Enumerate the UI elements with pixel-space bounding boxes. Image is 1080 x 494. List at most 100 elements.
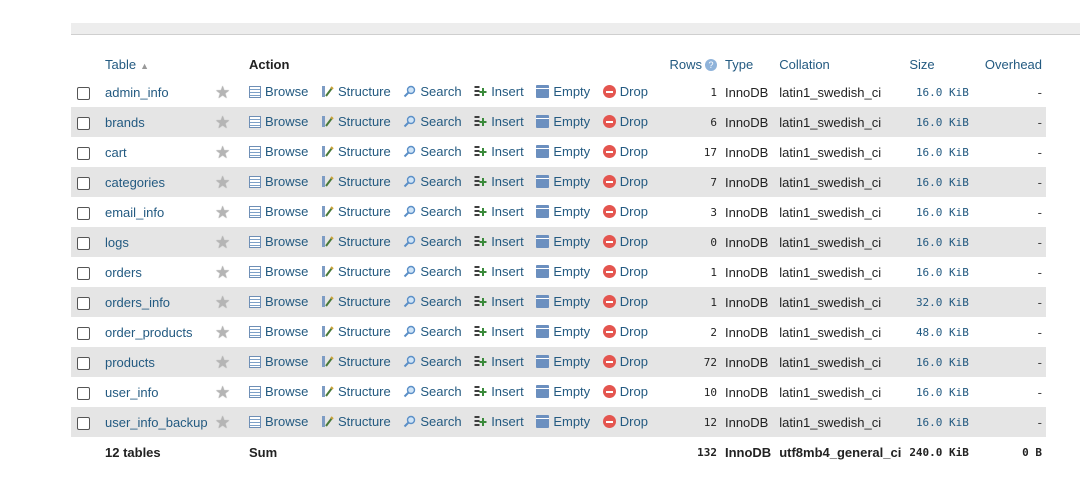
row-checkbox[interactable] xyxy=(77,416,90,430)
insert-button[interactable]: Insert xyxy=(474,324,524,339)
header-size[interactable]: Size xyxy=(905,51,981,77)
browse-button[interactable]: Browse xyxy=(249,144,308,159)
favorite-star-icon[interactable]: ★ xyxy=(215,413,230,432)
search-button[interactable]: Search xyxy=(403,114,462,129)
header-collation[interactable]: Collation xyxy=(775,51,906,77)
favorite-star-icon[interactable]: ★ xyxy=(215,353,230,372)
search-button[interactable]: Search xyxy=(403,234,462,249)
header-type[interactable]: Type xyxy=(720,51,776,77)
search-button[interactable]: Search xyxy=(403,294,462,309)
browse-button[interactable]: Browse xyxy=(249,114,308,129)
structure-button[interactable]: Structure xyxy=(321,264,391,279)
insert-button[interactable]: Insert xyxy=(474,234,524,249)
search-button[interactable]: Search xyxy=(403,354,462,369)
header-size-label[interactable]: Size xyxy=(909,57,934,72)
empty-button[interactable]: Empty xyxy=(536,114,590,129)
empty-button[interactable]: Empty xyxy=(536,204,590,219)
browse-button[interactable]: Browse xyxy=(249,324,308,339)
drop-button[interactable]: Drop xyxy=(602,264,648,279)
insert-button[interactable]: Insert xyxy=(474,174,524,189)
header-rows[interactable]: Rows? xyxy=(660,51,721,77)
row-size[interactable]: 16.0 KiB xyxy=(905,77,981,107)
table-name-link[interactable]: orders_info xyxy=(105,295,170,310)
insert-button[interactable]: Insert xyxy=(474,414,524,429)
search-button[interactable]: Search xyxy=(403,144,462,159)
header-overhead-label[interactable]: Overhead xyxy=(985,57,1042,72)
table-name-link[interactable]: logs xyxy=(105,235,129,250)
row-size[interactable]: 16.0 KiB xyxy=(905,257,981,287)
insert-button[interactable]: Insert xyxy=(474,84,524,99)
table-name-link[interactable]: email_info xyxy=(105,205,164,220)
header-table-label[interactable]: Table xyxy=(105,57,136,72)
insert-button[interactable]: Insert xyxy=(474,204,524,219)
row-checkbox[interactable] xyxy=(77,386,90,400)
structure-button[interactable]: Structure xyxy=(321,354,391,369)
drop-button[interactable]: Drop xyxy=(602,414,648,429)
row-size[interactable]: 16.0 KiB xyxy=(905,227,981,257)
row-size[interactable]: 16.0 KiB xyxy=(905,107,981,137)
row-checkbox[interactable] xyxy=(77,296,90,310)
structure-button[interactable]: Structure xyxy=(321,114,391,129)
table-name-link[interactable]: cart xyxy=(105,145,127,160)
help-icon[interactable]: ? xyxy=(704,59,717,72)
favorite-star-icon[interactable]: ★ xyxy=(215,83,230,102)
row-size[interactable]: 16.0 KiB xyxy=(905,347,981,377)
structure-button[interactable]: Structure xyxy=(321,234,391,249)
row-size[interactable]: 48.0 KiB xyxy=(905,317,981,347)
row-size[interactable]: 16.0 KiB xyxy=(905,137,981,167)
row-checkbox[interactable] xyxy=(77,326,90,340)
favorite-star-icon[interactable]: ★ xyxy=(215,293,230,312)
search-button[interactable]: Search xyxy=(403,204,462,219)
table-name-link[interactable]: user_info_backup xyxy=(105,415,208,430)
drop-button[interactable]: Drop xyxy=(602,144,648,159)
header-type-label[interactable]: Type xyxy=(725,57,753,72)
header-table[interactable]: Table ▲ xyxy=(101,51,245,77)
empty-button[interactable]: Empty xyxy=(536,294,590,309)
row-size[interactable]: 16.0 KiB xyxy=(905,167,981,197)
drop-button[interactable]: Drop xyxy=(602,294,648,309)
drop-button[interactable]: Drop xyxy=(602,234,648,249)
search-button[interactable]: Search xyxy=(403,174,462,189)
drop-button[interactable]: Drop xyxy=(602,354,648,369)
empty-button[interactable]: Empty xyxy=(536,414,590,429)
insert-button[interactable]: Insert xyxy=(474,264,524,279)
table-name-link[interactable]: categories xyxy=(105,175,165,190)
favorite-star-icon[interactable]: ★ xyxy=(215,263,230,282)
browse-button[interactable]: Browse xyxy=(249,354,308,369)
header-rows-label[interactable]: Rows xyxy=(669,57,702,72)
structure-button[interactable]: Structure xyxy=(321,294,391,309)
browse-button[interactable]: Browse xyxy=(249,414,308,429)
structure-button[interactable]: Structure xyxy=(321,324,391,339)
empty-button[interactable]: Empty xyxy=(536,324,590,339)
browse-button[interactable]: Browse xyxy=(249,84,308,99)
structure-button[interactable]: Structure xyxy=(321,384,391,399)
row-checkbox[interactable] xyxy=(77,356,90,370)
table-name-link[interactable]: orders xyxy=(105,265,142,280)
insert-button[interactable]: Insert xyxy=(474,384,524,399)
row-checkbox[interactable] xyxy=(77,86,90,100)
drop-button[interactable]: Drop xyxy=(602,204,648,219)
row-checkbox[interactable] xyxy=(77,116,90,130)
structure-button[interactable]: Structure xyxy=(321,204,391,219)
empty-button[interactable]: Empty xyxy=(536,354,590,369)
browse-button[interactable]: Browse xyxy=(249,174,308,189)
row-checkbox[interactable] xyxy=(77,266,90,280)
search-button[interactable]: Search xyxy=(403,264,462,279)
table-name-link[interactable]: brands xyxy=(105,115,145,130)
favorite-star-icon[interactable]: ★ xyxy=(215,173,230,192)
favorite-star-icon[interactable]: ★ xyxy=(215,323,230,342)
row-size[interactable]: 16.0 KiB xyxy=(905,377,981,407)
search-button[interactable]: Search xyxy=(403,384,462,399)
drop-button[interactable]: Drop xyxy=(602,324,648,339)
header-collation-label[interactable]: Collation xyxy=(779,57,830,72)
row-size[interactable]: 32.0 KiB xyxy=(905,287,981,317)
browse-button[interactable]: Browse xyxy=(249,384,308,399)
row-size[interactable]: 16.0 KiB xyxy=(905,197,981,227)
structure-button[interactable]: Structure xyxy=(321,174,391,189)
insert-button[interactable]: Insert xyxy=(474,354,524,369)
table-name-link[interactable]: order_products xyxy=(105,325,192,340)
favorite-star-icon[interactable]: ★ xyxy=(215,203,230,222)
row-checkbox[interactable] xyxy=(77,236,90,250)
row-checkbox[interactable] xyxy=(77,176,90,190)
search-button[interactable]: Search xyxy=(403,414,462,429)
